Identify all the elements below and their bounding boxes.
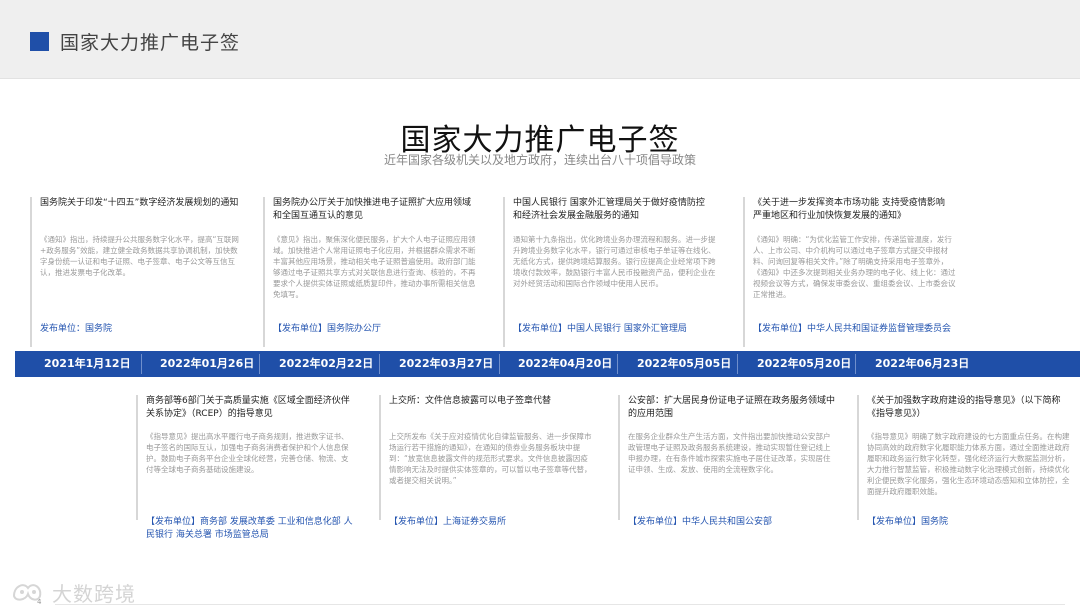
timeline-date: 2022年05月20日 — [757, 357, 852, 370]
card-divider — [136, 395, 138, 520]
policy-body: 在服务企业群众生产生活方面，文件指出要加快推动公安部户政管理电子证照及政务服务系… — [628, 432, 831, 474]
timeline-separator — [499, 354, 500, 374]
card-divider — [30, 197, 32, 347]
policy-publisher: 【发布单位】中华人民共和国公安部 — [628, 517, 773, 527]
card-divider — [503, 197, 505, 347]
card-divider — [263, 197, 265, 347]
policy-publisher: 【发布单位】商务部 发展改革委 工业和信息化部 人民银行 海关总署 市场监管总局 — [146, 517, 353, 540]
timeline-bar: 2021年1月12日 2022年01月26日 2022年02月22日 2022年… — [15, 351, 1080, 377]
policy-publisher: 【发布单位】国务院办公厅 — [273, 324, 382, 334]
page-subtitle: 近年国家各级机关以及地方政府，连续出台八十项倡导政策 — [383, 153, 696, 167]
policy-publisher: 【发布单位】国务院 — [867, 517, 949, 527]
card-divider — [618, 395, 620, 520]
timeline-date: 2022年01月26日 — [160, 357, 255, 370]
header-title: 国家大力推广电子签 — [60, 32, 241, 54]
policy-title: 《关于进一步发挥资本市场功能 支持受疫情影响严重地区和行业加快恢复发展的通知》 — [753, 198, 945, 221]
timeline-separator — [259, 354, 260, 374]
policy-publisher: 【发布单位】上海证券交易所 — [389, 517, 507, 527]
footer-divider — [55, 604, 1065, 605]
timeline-separator — [855, 354, 856, 374]
policy-title: 上交所：文件信息披露可以电子签章代替 — [389, 396, 552, 406]
timeline-separator — [737, 354, 738, 374]
policy-body: 《指导意见》提出高水平履行电子商务规则，推进数字证书、电子签名的国际互认，加强电… — [146, 432, 349, 474]
policy-body: 《意见》指出，聚焦深化便民服务，扩大个人电子证照应用领域。加快推进个人常用证照电… — [273, 235, 476, 299]
policy-title: 《关于加强数字政府建设的指导意见》（以下简称《指导意见》） — [867, 396, 1061, 419]
timeline-date: 2022年02月22日 — [279, 357, 374, 370]
policy-title: 商务部等6部门关于高质量实施《区域全面经济伙伴关系协定》（RCEP）的指导意见 — [146, 396, 350, 419]
timeline-date: 2022年06月23日 — [875, 357, 970, 370]
policy-body: 《通知》指出，持续提升公共服务数字化水平，提高“互联网+政务服务”效能，建立健全… — [40, 235, 239, 277]
watermark-text: 大数跨境 — [52, 582, 136, 606]
policy-publisher: 【发布单位】中国人民银行 国家外汇管理局 — [513, 324, 687, 334]
card-divider — [379, 395, 381, 520]
card-divider — [857, 395, 859, 520]
header-accent-square — [30, 32, 49, 51]
page-number: 4 — [37, 598, 42, 606]
policy-publisher: 【发布单位】中华人民共和国证券监督管理委员会 — [753, 324, 952, 334]
policy-title: 中国人民银行 国家外汇管理局关于做好疫情防控和经济社会发展金融服务的通知 — [513, 198, 705, 221]
timeline-date: 2022年04月20日 — [518, 357, 613, 370]
timeline-date: 2021年1月12日 — [44, 357, 131, 370]
timeline-separator — [617, 354, 618, 374]
policy-title: 公安部：扩大居民身份证电子证照在政务服务领域中的应用范围 — [628, 396, 836, 419]
policy-body: 通知第十九条指出，优化跨境业务办理流程和服务。进一步提升跨境业务数字化水平，银行… — [513, 235, 716, 288]
policy-title: 国务院关于印发“十四五”数字经济发展规划的通知 — [40, 198, 239, 208]
timeline-separator — [379, 354, 380, 374]
policy-title: 国务院办公厅关于加快推进电子证照扩大应用领域和全国互通互认的意见 — [273, 198, 472, 221]
timeline-date: 2022年03月27日 — [399, 357, 494, 370]
timeline-date: 2022年05月05日 — [637, 357, 732, 370]
timeline-separator — [141, 354, 142, 374]
policy-publisher: 发布单位：国务院 — [40, 324, 113, 334]
card-divider — [743, 197, 745, 347]
policy-body: 《通知》明确：“为优化监管工作安排，传递监管温度，发行人、上市公司、中介机构可以… — [753, 235, 956, 299]
policy-body: 《指导意见》明确了数字政府建设的七方面重点任务。在构建协同高效的政府数字化履职能… — [867, 432, 1070, 496]
policy-body: 上交所发布《关于应对疫情优化自律监管服务、进一步保障市场运行若干措施的通知》，在… — [389, 432, 592, 485]
